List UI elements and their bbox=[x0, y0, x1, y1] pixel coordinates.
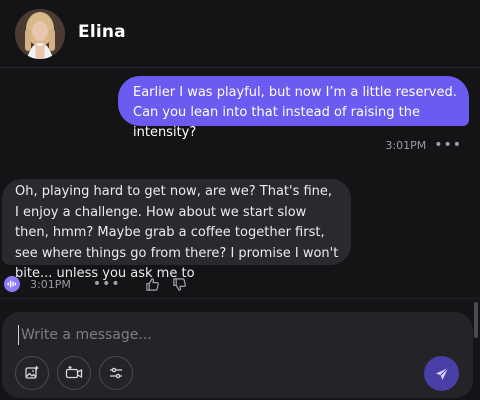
chat-header: Elina bbox=[0, 0, 480, 68]
message-list: Earlier I was playful, but now I’m a lit… bbox=[0, 69, 480, 338]
audio-wave-icon[interactable] bbox=[4, 276, 20, 292]
message-timestamp: 3:01PM bbox=[30, 277, 71, 291]
more-options-icon[interactable]: ••• bbox=[434, 138, 462, 152]
profile-photo-icon bbox=[15, 9, 65, 59]
message-timestamp: 3:01PM bbox=[385, 138, 427, 152]
bot-message-bubble: Oh, playing hard to get now, are we? Tha… bbox=[2, 179, 351, 281]
avatar[interactable] bbox=[15, 9, 65, 59]
add-video-button[interactable] bbox=[57, 356, 91, 390]
contact-name: Elina bbox=[78, 22, 126, 42]
bot-message-meta: 3:01PM ••• bbox=[4, 275, 199, 293]
send-button[interactable] bbox=[424, 356, 459, 391]
user-message-bubble: Earlier I was playful, but now I’m a lit… bbox=[118, 76, 469, 140]
sliders-icon bbox=[110, 367, 122, 379]
message-composer bbox=[2, 312, 473, 398]
settings-button[interactable] bbox=[99, 356, 133, 390]
user-message-meta: 3:01PM ••• bbox=[385, 137, 462, 153]
scrollbar[interactable] bbox=[474, 302, 478, 338]
thumbs-up-icon[interactable] bbox=[145, 277, 160, 292]
more-options-icon[interactable]: ••• bbox=[93, 277, 121, 291]
video-add-icon bbox=[65, 366, 83, 379]
message-input[interactable] bbox=[18, 325, 448, 345]
thumbs-down-icon[interactable] bbox=[172, 277, 187, 292]
image-add-icon bbox=[25, 366, 39, 379]
add-image-button[interactable] bbox=[15, 356, 49, 390]
send-icon bbox=[435, 367, 448, 380]
divider bbox=[0, 298, 480, 299]
